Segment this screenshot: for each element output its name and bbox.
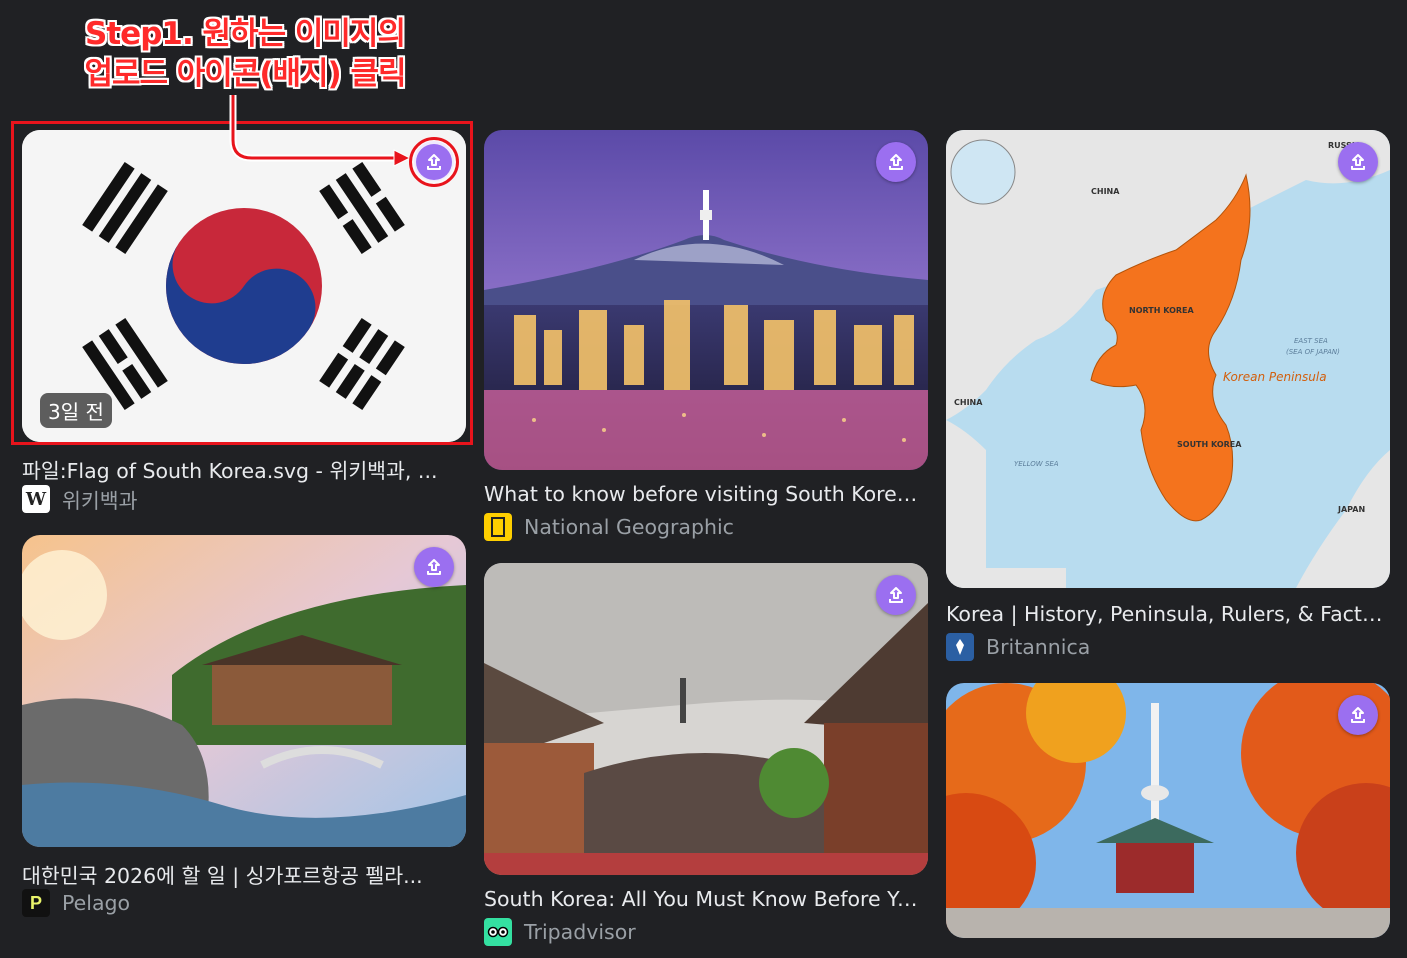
map-label-sea-of-japan: (SEA OF JAPAN) [1286, 348, 1340, 356]
temple-coast-image [22, 535, 466, 847]
result-image-flag[interactable]: 3일 전 [22, 130, 466, 442]
source-name: National Geographic [524, 515, 734, 539]
source-name: Britannica [986, 635, 1091, 659]
map-label-peninsula: Korean Peninsula [1223, 370, 1327, 384]
result-image-seoul-night[interactable] [484, 130, 928, 470]
result-title[interactable]: What to know before visiting South Korea… [484, 482, 928, 506]
upload-icon [889, 154, 903, 170]
namsan-autumn-image [946, 683, 1390, 938]
map-label-east-sea: EAST SEA [1294, 337, 1328, 345]
map-label-south-korea: SOUTH KOREA [1177, 440, 1242, 449]
seoul-night-image [484, 130, 928, 470]
britannica-icon [946, 633, 974, 661]
upload-icon [1351, 154, 1365, 170]
result-source[interactable]: Tripadvisor [484, 918, 636, 946]
source-name: 위키백과 [62, 489, 138, 513]
result-title[interactable]: South Korea: All You Must Know Before Yo… [484, 887, 928, 911]
instruction-line-2: 업로드 아이콘(배지) 클릭 [84, 56, 406, 92]
result-image-korea-map[interactable]: RUSSIA CHINA CHINA NORTH KOREA SOUTH KOR… [946, 130, 1390, 588]
upload-button[interactable] [414, 547, 454, 587]
result-title[interactable]: 대한민국 2026에 할 일 | 싱가포르항공 펠라... [22, 859, 466, 889]
result-card-seoul-night[interactable]: What to know before visiting South Korea… [484, 130, 928, 545]
result-image-hanok[interactable] [484, 563, 928, 875]
result-source[interactable]: National Geographic [484, 513, 734, 541]
result-source[interactable]: W 위키백과 [22, 484, 137, 514]
korea-map-image: RUSSIA CHINA CHINA NORTH KOREA SOUTH KOR… [946, 130, 1390, 588]
time-badge: 3일 전 [40, 393, 112, 428]
natgeo-icon [484, 513, 512, 541]
instruction-annotation: Step1. 원하는 이미지의 업로드 아이콘(배지) 클릭 [20, 14, 470, 94]
upload-button[interactable] [1338, 695, 1378, 735]
upload-icon [1351, 707, 1365, 723]
result-card-korea-map[interactable]: RUSSIA CHINA CHINA NORTH KOREA SOUTH KOR… [946, 130, 1390, 665]
result-card-namsan-autumn[interactable] [946, 683, 1390, 938]
source-name: Tripadvisor [524, 920, 636, 944]
highlight-circle [409, 137, 459, 187]
result-image-namsan-autumn[interactable] [946, 683, 1390, 938]
upload-button[interactable] [876, 575, 916, 615]
upload-icon [889, 587, 903, 603]
source-name: Pelago [62, 891, 131, 915]
result-title[interactable]: 파일:Flag of South Korea.svg - 위키백과, ... [22, 454, 466, 484]
result-card-hanok[interactable]: South Korea: All You Must Know Before Yo… [484, 563, 928, 953]
pelago-icon: P [22, 889, 50, 917]
upload-button[interactable] [1338, 142, 1378, 182]
result-source[interactable]: Britannica [946, 633, 1090, 661]
result-card-flag[interactable]: 3일 전 파일:Flag of South Korea.svg - 위키백과, … [22, 130, 466, 515]
map-label-japan: JAPAN [1337, 505, 1365, 514]
result-title[interactable]: Korea | History, Peninsula, Rulers, & Fa… [946, 602, 1390, 626]
wikipedia-icon: W [22, 485, 50, 513]
map-label-north-korea: NORTH KOREA [1129, 306, 1195, 315]
map-label-china-top: CHINA [1091, 187, 1120, 196]
map-label-china-left: CHINA [954, 398, 983, 407]
result-source[interactable]: P Pelago [22, 889, 130, 917]
hanok-image [484, 563, 928, 875]
map-label-yellow-sea: YELLOW SEA [1014, 460, 1059, 468]
upload-icon [427, 154, 441, 170]
result-card-temple-coast[interactable]: 대한민국 2026에 할 일 | 싱가포르항공 펠라... P Pelago [22, 535, 466, 920]
instruction-line-1: Step1. 원하는 이미지의 [85, 16, 406, 52]
result-image-temple-coast[interactable] [22, 535, 466, 847]
upload-icon [427, 559, 441, 575]
upload-button[interactable] [876, 142, 916, 182]
tripadvisor-icon [484, 918, 512, 946]
